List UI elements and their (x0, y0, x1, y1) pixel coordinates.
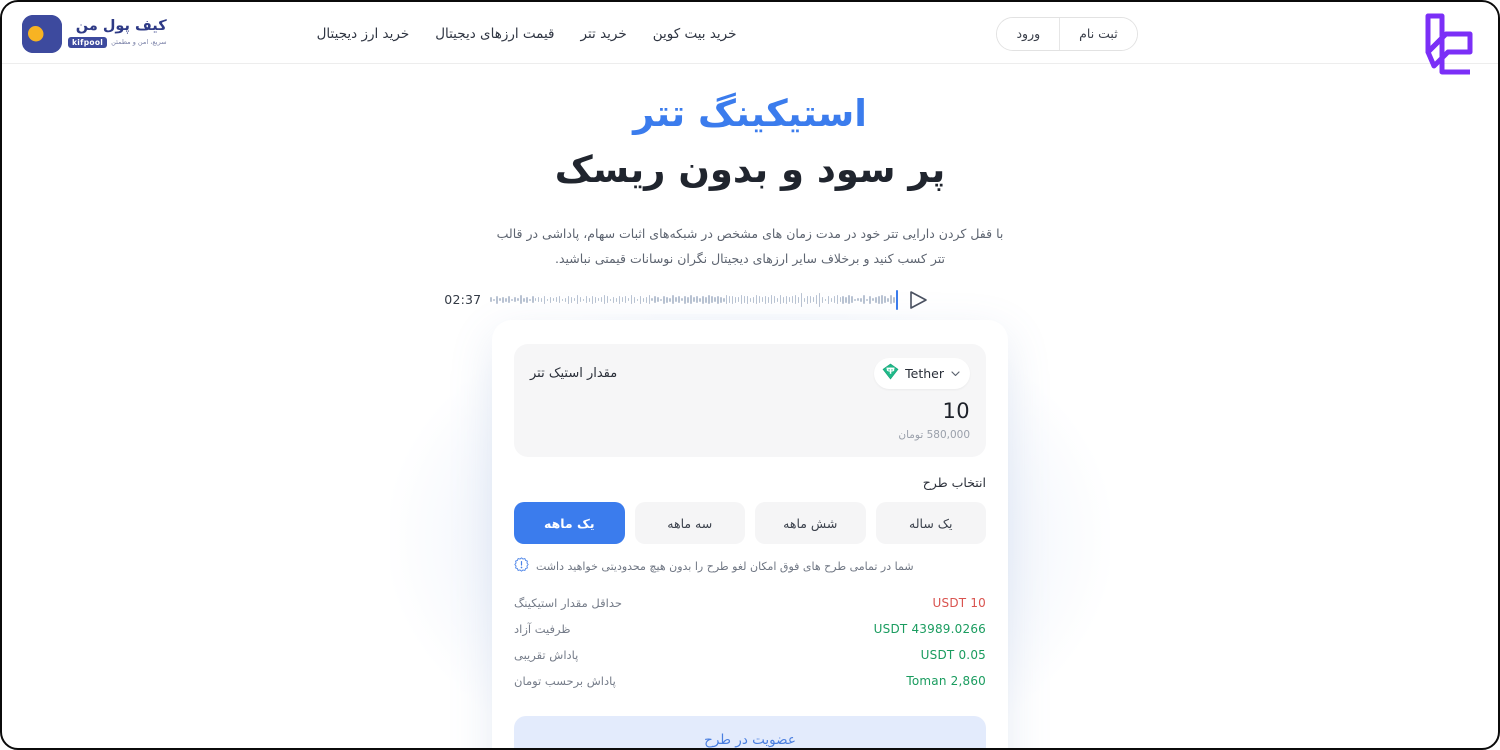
tether-diamond-icon (882, 363, 899, 384)
wallet-logo-icon (22, 14, 62, 53)
chevron-down-icon[interactable] (950, 364, 961, 383)
nav-item-crypto-prices[interactable]: قیمت ارزهای دیجیتال (435, 26, 554, 42)
stake-amount-header: مقدار استیک تتر Tether (530, 358, 970, 389)
detail-label: پاداش برحسب تومان (514, 674, 616, 688)
detail-row-approx-reward: پاداش تقریبی 0.05 USDT (514, 642, 986, 668)
audio-duration: 02:37 (444, 292, 482, 308)
plan-option-one-year[interactable]: یک ساله (875, 502, 986, 544)
logo-tagline: سریع، امن و مطمئن (111, 38, 167, 47)
stake-details-list: حداقل مقدار استیکینگ 10 USDT ظرفیت آزاد … (514, 590, 986, 694)
plan-cancel-note-text: شما در تمامی طرح های فوق امکان لغو طرح ر… (536, 560, 914, 573)
site-logo[interactable]: کیف پول من kifpool سریع، امن و مطمئن (22, 14, 167, 53)
logo-name: کیف پول من (75, 17, 167, 34)
hero-subtitle: با قفل کردن دارایی تتر خود در مدت زمان ه… (2, 221, 1498, 271)
register-button[interactable]: ثبت نام (1060, 17, 1137, 50)
detail-label: پاداش تقریبی (514, 648, 579, 662)
stake-amount-input[interactable]: 10 (530, 399, 970, 423)
hero-subtitle-line2: تتر کسب کنید و برخلاف سایر ارزهای دیجیتا… (555, 250, 945, 266)
staking-card: مقدار استیک تتر Tether 10 580,000 تومان … (492, 320, 1008, 748)
hero-section: استیکینگ تتر پر سود و بدون ریسک با قفل ک… (2, 64, 1498, 314)
stake-amount-label: مقدار استیک تتر (530, 366, 618, 381)
purple-l-monogram-icon (1414, 8, 1480, 86)
join-plan-button[interactable]: عضویت در طرح (514, 716, 986, 748)
detail-value: 43989.0266 USDT (873, 622, 986, 636)
detail-row-min-stake: حداقل مقدار استیکینگ 10 USDT (514, 590, 986, 616)
hero-subtitle-line1: با قفل کردن دارایی تتر خود در مدت زمان ه… (496, 225, 1004, 241)
plan-option-six-months[interactable]: شش ماهه (755, 502, 866, 544)
nav-item-buy-bitcoin[interactable]: خرید بیت کوین (653, 26, 737, 42)
plan-select-label: انتخاب طرح (922, 475, 986, 490)
auth-separator (1059, 17, 1061, 50)
info-exclamation-badge-icon (514, 557, 529, 576)
login-button[interactable]: ورود (997, 17, 1060, 50)
coin-name: Tether (905, 366, 944, 381)
detail-label: ظرفیت آزاد (514, 622, 571, 636)
page-root: کیف پول من kifpool سریع، امن و مطمئن خری… (0, 0, 1500, 750)
logo-subline: kifpool سریع، امن و مطمئن (68, 37, 167, 49)
plan-option-one-month[interactable]: یک ماهه (514, 502, 625, 544)
detail-label: حداقل مقدار استیکینگ (514, 596, 622, 610)
audio-waveform-icon[interactable] (490, 289, 898, 311)
plan-options: یک ماهه سه ماهه شش ماهه یک ساله (514, 502, 986, 544)
detail-row-free-capacity: ظرفیت آزاد 43989.0266 USDT (514, 616, 986, 642)
detail-value: 0.05 USDT (920, 648, 986, 662)
detail-value: 2,860 Toman (906, 674, 986, 688)
coin-selector[interactable]: Tether (874, 358, 970, 389)
main-nav: خرید ارز دیجیتال قیمت ارزهای دیجیتال خری… (317, 26, 737, 42)
detail-row-reward-toman: پاداش برحسب تومان 2,860 Toman (514, 668, 986, 694)
page-title-line1: استیکینگ تتر (633, 92, 867, 135)
plan-option-three-months[interactable]: سه ماهه (634, 502, 745, 544)
plan-cancel-note: شما در تمامی طرح های فوق امکان لغو طرح ر… (514, 557, 986, 576)
auth-button-group: ورود ثبت نام (996, 16, 1138, 51)
page-title-line2: پر سود و بدون ریسک (554, 147, 946, 191)
audio-player[interactable]: 02:37 (444, 285, 930, 315)
detail-value: 10 USDT (932, 596, 986, 610)
stake-amount-fiat: 580,000 تومان (898, 429, 970, 441)
stake-amount-panel: مقدار استیک تتر Tether 10 580,000 تومان (514, 344, 986, 457)
site-header: کیف پول من kifpool سریع، امن و مطمئن خری… (2, 4, 1498, 64)
nav-item-buy-tether[interactable]: خرید تتر (581, 26, 627, 42)
logo-text-block: کیف پول من kifpool سریع، امن و مطمئن (68, 17, 167, 49)
nav-item-buy-crypto[interactable]: خرید ارز دیجیتال (317, 26, 410, 42)
logo-badge: kifpool (68, 37, 108, 49)
play-triangle-icon[interactable] (907, 289, 929, 311)
